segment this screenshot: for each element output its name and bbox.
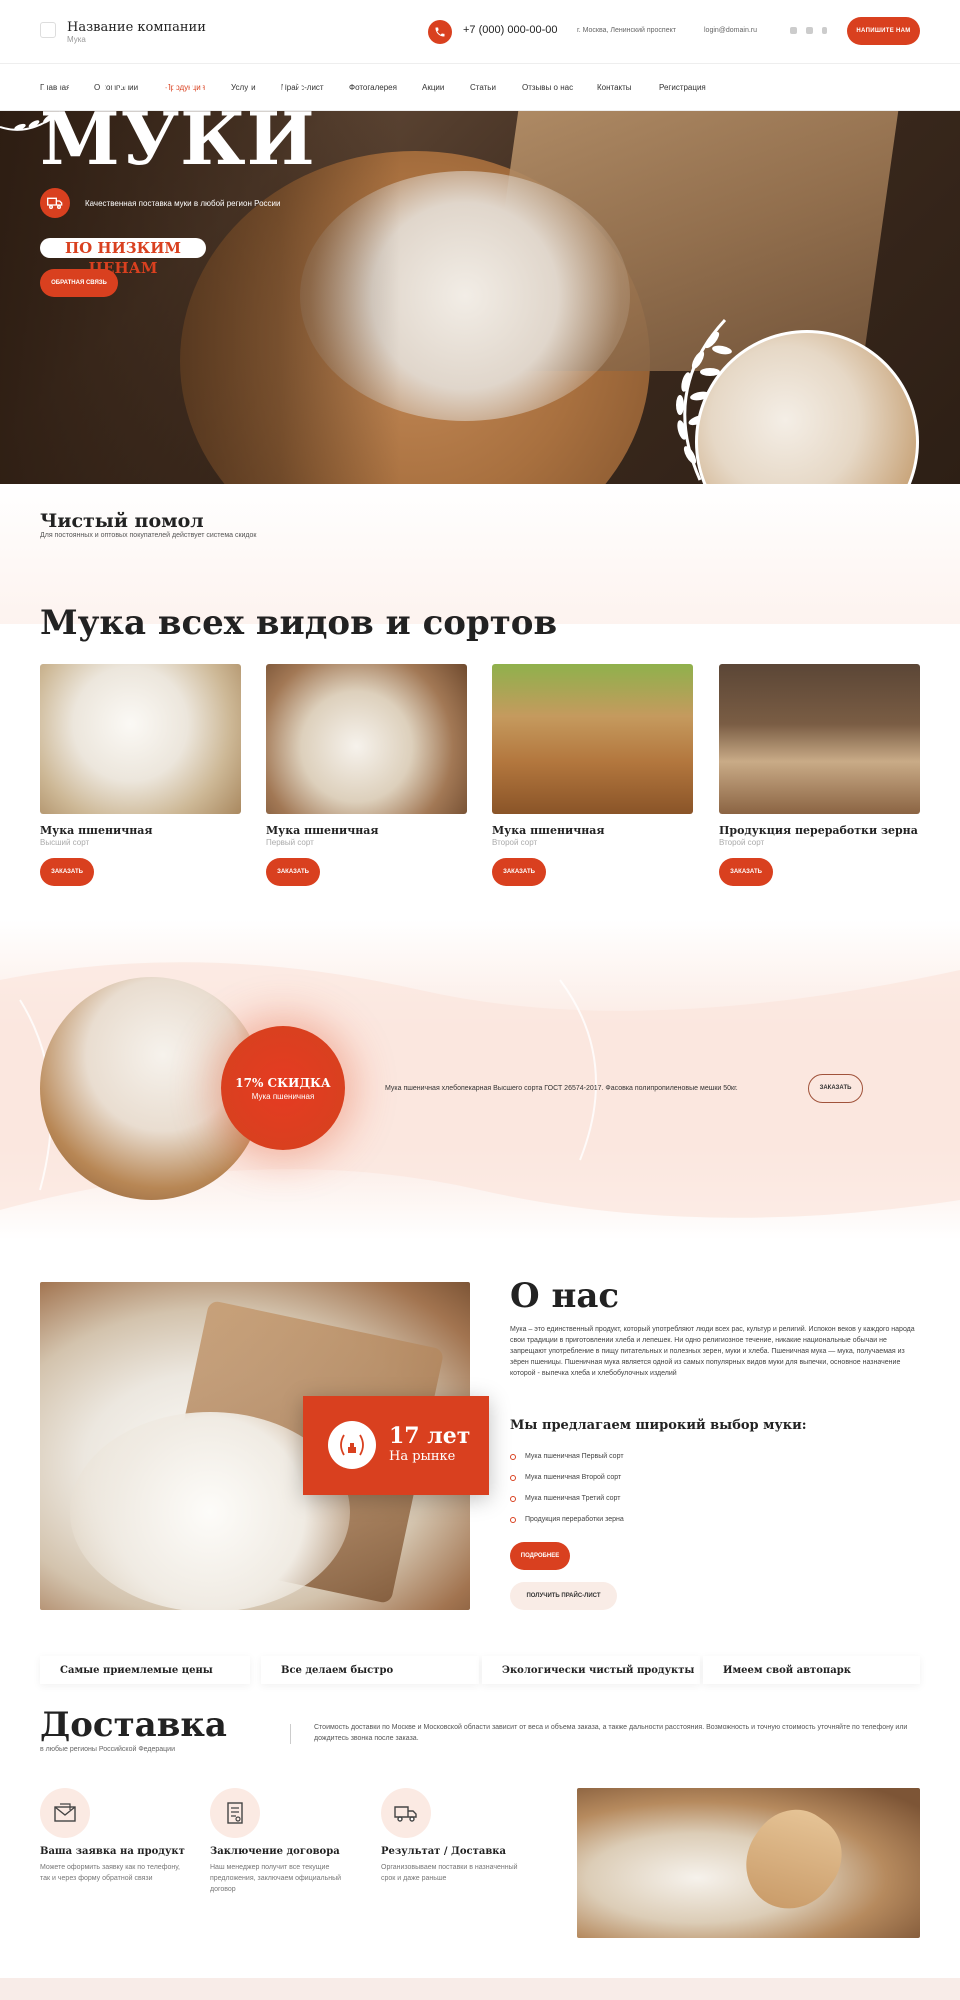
company-subtitle: Мука <box>67 35 86 44</box>
feature-item: Имеем свой автопарк <box>703 1656 920 1684</box>
bullet-icon <box>510 1517 516 1523</box>
hero-title-line2: МУКИ <box>40 96 316 181</box>
nav-item-articles[interactable]: Статьи <box>470 83 496 92</box>
envelope-icon <box>40 1788 90 1838</box>
email-link[interactable]: login@domain.ru <box>704 27 757 34</box>
offer-item: Продукция переработки зерна <box>525 1516 624 1523</box>
product-name[interactable]: Мука пшеничная <box>492 824 605 837</box>
promo-order-button[interactable]: ЗАКАЗАТЬ <box>808 1074 863 1103</box>
about-text: Мука – это единственный продукт, который… <box>510 1326 915 1377</box>
promo-description: Мука пшеничная хлебопекарная Высшего сор… <box>385 1085 738 1092</box>
product-image[interactable] <box>719 664 920 814</box>
delivery-subtitle: в любые регионы Российской Федерации <box>40 1746 175 1753</box>
phone-icon[interactable] <box>428 20 452 44</box>
order-button[interactable]: ЗАКАЗАТЬ <box>40 858 94 886</box>
feature-text: Самые приемлемые цены <box>60 1665 213 1676</box>
more-button[interactable]: ПОДРОБНЕЕ <box>510 1542 570 1570</box>
step-title: Заключение договора <box>210 1846 340 1857</box>
step-text: Можете оформить заявку как по телефону, … <box>40 1864 180 1882</box>
nav-item-reviews[interactable]: Отзывы о нас <box>522 83 573 92</box>
product-name[interactable]: Продукция переработки зерна <box>719 824 918 837</box>
site-header: Название компании Мука +7 (000) 000-00-0… <box>0 0 960 64</box>
truck-icon <box>40 188 70 218</box>
write-us-button[interactable]: НАПИШИТЕ НАМ <box>847 17 920 45</box>
bullet-icon <box>510 1496 516 1502</box>
order-button[interactable]: ЗАКАЗАТЬ <box>719 858 773 886</box>
delivery-title: Доставка <box>40 1705 227 1745</box>
feature-text: Имеем свой автопарк <box>723 1665 851 1676</box>
product-grade: Высший сорт <box>40 838 90 847</box>
years-label: На рынке <box>389 1449 456 1464</box>
discount-value: 17% СКИДКА <box>235 1076 331 1090</box>
company-name[interactable]: Название компании <box>67 20 206 35</box>
product-image[interactable] <box>266 664 467 814</box>
step-text: Организовываем поставки в назначенный ср… <box>381 1864 518 1882</box>
product-name[interactable]: Мука пшеничная <box>40 824 153 837</box>
clean-grind-subtitle: Для постоянных и оптовых покупателей дей… <box>40 532 257 539</box>
feature-item: Все делаем быстро <box>261 1656 479 1684</box>
nav-item-gallery[interactable]: Фотогалерея <box>349 83 397 92</box>
phone-number[interactable]: +7 (000) 000-00-00 <box>463 24 557 36</box>
nav-item-contacts[interactable]: Контакты <box>597 83 632 92</box>
feature-text: Экологически чистый продукты <box>502 1665 695 1676</box>
delivery-text: Стоимость доставки по Москве и Московско… <box>314 1724 908 1742</box>
offer-title: Мы предлагаем широкий выбор муки: <box>510 1418 807 1433</box>
low-price-badge: ПО НИЗКИМ ЦЕНАМ <box>40 238 206 277</box>
years-count: 17 лет <box>389 1423 471 1449</box>
products-title: Мука всех видов и сортов <box>40 603 558 643</box>
offer-item: Мука пшеничная Второй сорт <box>525 1474 622 1481</box>
offer-item: Мука пшеничная Первый сорт <box>525 1453 624 1460</box>
telegram-icon[interactable] <box>806 27 813 34</box>
product-name[interactable]: Мука пшеничная <box>266 824 379 837</box>
bullet-icon <box>510 1475 516 1481</box>
hero-tagline: Качественная поставка муки в любой регио… <box>85 199 281 208</box>
logo-icon[interactable] <box>40 22 56 38</box>
order-button[interactable]: ЗАКАЗАТЬ <box>266 858 320 886</box>
ok-icon[interactable] <box>822 27 827 34</box>
discount-product: Мука пшеничная <box>251 1092 315 1101</box>
address: г. Москва, Ленинский проспект <box>577 27 676 34</box>
offer-item: Мука пшеничная Третий сорт <box>525 1495 621 1502</box>
step-title: Ваша заявка на продукт <box>40 1846 185 1857</box>
truck-icon <box>381 1788 431 1838</box>
wreath-icon <box>328 1421 376 1469</box>
nav-item-promos[interactable]: Акции <box>422 83 444 92</box>
order-button[interactable]: ЗАКАЗАТЬ <box>492 858 546 886</box>
about-title: О нас <box>510 1276 620 1316</box>
feedback-button[interactable]: ОБРАТНАЯ СВЯЗЬ <box>40 269 118 297</box>
product-image[interactable] <box>40 664 241 814</box>
product-image[interactable] <box>492 664 693 814</box>
footer-strip <box>0 1978 960 2000</box>
step-title: Результат / Доставка <box>381 1846 506 1857</box>
step-text: Наш менеджер получит все текущие предлож… <box>210 1864 342 1893</box>
product-grade: Первый сорт <box>266 838 314 847</box>
nav-item-register[interactable]: Регистрация <box>659 83 706 92</box>
product-grade: Второй сорт <box>719 838 765 847</box>
feature-text: Все делаем быстро <box>281 1665 394 1676</box>
vk-icon[interactable] <box>790 27 797 34</box>
get-price-list-button[interactable]: ПОЛУЧИТЬ ПРАЙС-ЛИСТ <box>510 1582 617 1610</box>
feature-item: Самые приемлемые цены <box>40 1656 250 1684</box>
clean-grind-title: Чистый помол <box>40 510 204 532</box>
feature-item: Экологически чистый продукты <box>482 1656 700 1684</box>
bullet-icon <box>510 1454 516 1460</box>
product-grade: Второй сорт <box>492 838 538 847</box>
document-icon <box>210 1788 260 1838</box>
